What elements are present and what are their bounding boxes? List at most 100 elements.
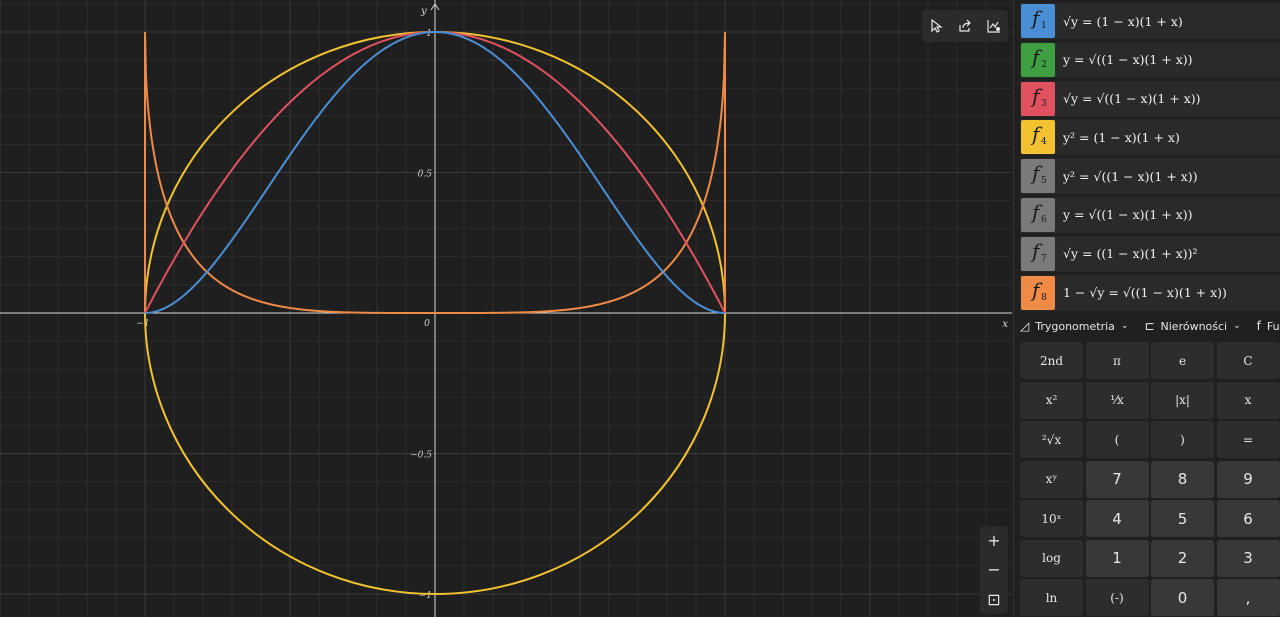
category-icon: f bbox=[1256, 319, 1261, 333]
function-letter: f bbox=[1032, 6, 1040, 30]
keypad-key[interactable]: 5 bbox=[1151, 500, 1214, 537]
function-color-chip[interactable]: f2 bbox=[1021, 42, 1055, 77]
function-formula[interactable]: y² = (1 − x)(1 + x) bbox=[1063, 130, 1180, 145]
keypad-key[interactable]: 0 bbox=[1151, 579, 1214, 616]
zoom-out-button[interactable]: − bbox=[982, 557, 1006, 583]
keypad-key[interactable]: 4 bbox=[1085, 500, 1149, 537]
function-color-chip[interactable]: f8 bbox=[1021, 275, 1055, 310]
reset-view-button[interactable]: ⊡ bbox=[982, 586, 1006, 612]
function-row[interactable]: f 1 √y = (1 − x)(1 + x) bbox=[1020, 3, 1280, 39]
keypad-key[interactable]: ln bbox=[1020, 579, 1083, 616]
x-tick-label: −1 bbox=[136, 319, 149, 329]
graph-plot[interactable]: x y −1 0 1 0.5 −0.5 −1 bbox=[0, 0, 1012, 617]
function-index: 2 bbox=[1041, 59, 1047, 70]
keypad-key[interactable]: e bbox=[1151, 342, 1214, 379]
function-letter: f bbox=[1032, 199, 1040, 224]
category-dropdown[interactable]: ◿ Trygonometria ⌄ bbox=[1020, 319, 1128, 333]
function-row[interactable]: f8 1 − √y = √((1 − x)(1 + x)) bbox=[1020, 274, 1280, 311]
function-row[interactable]: f 3 √y = √((1 − x)(1 + x)) bbox=[1020, 80, 1280, 117]
function-letter: f bbox=[1032, 44, 1040, 69]
function-formula[interactable]: √y = √((1 − x)(1 + x)) bbox=[1063, 91, 1201, 106]
keypad-key[interactable]: ) bbox=[1151, 421, 1214, 458]
function-index: 4 bbox=[1041, 137, 1047, 148]
keypad-key[interactable]: x bbox=[1216, 381, 1280, 419]
function-formula[interactable]: y = √((1 − x)(1 + x)) bbox=[1063, 52, 1193, 67]
zoom-controls: + − ⊡ bbox=[980, 526, 1008, 614]
graph-canvas[interactable]: x y −1 0 1 0.5 −0.5 −1 + − ⊡ bbox=[0, 0, 1012, 617]
function-row[interactable]: f2 y = √((1 − x)(1 + x)) bbox=[1020, 41, 1280, 78]
function-index: 5 bbox=[1041, 176, 1047, 187]
keypad-key[interactable]: 3 bbox=[1216, 539, 1280, 577]
graph-toolbar bbox=[922, 10, 1008, 42]
y-tick-label: −0.5 bbox=[410, 451, 432, 461]
keypad-key[interactable]: 2 bbox=[1151, 539, 1214, 577]
function-color-chip[interactable]: f1 bbox=[1021, 4, 1055, 38]
y-tick-label: 1 bbox=[426, 29, 432, 39]
function-list: f 1 √y = (1 − x)(1 + x) f 2 y = √((1 − x)(1 +… bbox=[1020, 3, 1280, 313]
y-axis-label: y bbox=[420, 6, 427, 17]
function-row[interactable]: f 5 y² = √((1 − x)(1 + x)) bbox=[1020, 158, 1280, 195]
y-tick-label: 0.5 bbox=[418, 170, 433, 180]
function-formula[interactable]: √y = (1 − x)(1 + x) bbox=[1063, 14, 1183, 29]
function-color-chip[interactable]: f7 bbox=[1021, 236, 1055, 271]
function-color-chip[interactable]: f4 bbox=[1021, 120, 1055, 155]
keypad-key[interactable]: ¹⁄x bbox=[1085, 381, 1149, 419]
graph-settings-icon[interactable] bbox=[982, 14, 1006, 38]
category-icon: ◿ bbox=[1020, 319, 1030, 333]
function-letter: f bbox=[1032, 277, 1040, 302]
function-formula[interactable]: 1 − √y = √((1 − x)(1 + x)) bbox=[1063, 285, 1227, 300]
keypad-key[interactable]: (-) bbox=[1085, 579, 1149, 616]
function-index: 7 bbox=[1041, 253, 1047, 264]
keypad-key[interactable]: = bbox=[1216, 421, 1280, 458]
function-formula[interactable]: y = √((1 − x)(1 + x)) bbox=[1063, 207, 1193, 222]
keypad-key[interactable]: ( bbox=[1085, 421, 1149, 458]
chevron-down-icon: ⌄ bbox=[1233, 321, 1241, 331]
function-index: 8 bbox=[1041, 292, 1047, 303]
keypad-key[interactable]: 6 bbox=[1216, 500, 1280, 537]
keypad-key[interactable]: 1 bbox=[1085, 539, 1149, 577]
keypad-key[interactable]: 9 bbox=[1216, 460, 1280, 498]
function-formula[interactable]: √y = ((1 − x)(1 + x))² bbox=[1063, 246, 1198, 261]
category-label: Nierówności bbox=[1160, 319, 1228, 333]
share-icon[interactable] bbox=[953, 14, 977, 38]
keypad-key[interactable]: 2nd bbox=[1020, 342, 1083, 379]
zoom-in-button[interactable]: + bbox=[982, 528, 1006, 554]
category-label: Trygonometria bbox=[1035, 319, 1115, 333]
function-color-chip[interactable]: f5 bbox=[1021, 159, 1055, 194]
category-label: Funkcje bbox=[1266, 319, 1280, 333]
cursor-icon[interactable] bbox=[924, 14, 948, 38]
keypad-key[interactable]: xʸ bbox=[1020, 460, 1083, 498]
category-icon: ⊏ bbox=[1144, 319, 1155, 333]
keypad-key[interactable]: x² bbox=[1020, 381, 1083, 419]
keypad-key[interactable]: C bbox=[1216, 342, 1280, 379]
category-bar: ◿ Trygonometria ⌄ ⊏ Nierówności ⌄ f Funkcje bbox=[1020, 312, 1280, 340]
function-formula[interactable]: y² = √((1 − x)(1 + x)) bbox=[1063, 169, 1198, 184]
function-letter: f bbox=[1032, 83, 1040, 108]
keypad: 2nd π e Cx² ¹⁄x |x| x ²√x() = xʸ 7 8 9 10ˣ 4 5 6 log 1 2 3 ln… bbox=[1020, 342, 1280, 616]
x-tick-label: 0 bbox=[424, 319, 430, 329]
function-index: 1 bbox=[1041, 21, 1047, 31]
keypad-key[interactable]: π bbox=[1085, 342, 1149, 379]
keypad-key[interactable]: 7 bbox=[1085, 460, 1149, 498]
keypad-key[interactable]: 10ˣ bbox=[1020, 500, 1083, 537]
function-color-chip[interactable]: f3 bbox=[1021, 81, 1055, 116]
function-letter: f bbox=[1032, 238, 1040, 263]
keypad-key[interactable]: log bbox=[1020, 539, 1083, 577]
function-letter: f bbox=[1032, 122, 1040, 147]
keypad-key[interactable]: , bbox=[1216, 579, 1280, 616]
side-panel: f 1 √y = (1 − x)(1 + x) f 2 y = √((1 − x)(1 +… bbox=[1013, 0, 1280, 617]
function-index: 3 bbox=[1041, 98, 1047, 109]
function-row[interactable]: f6 y = √((1 − x)(1 + x)) bbox=[1020, 196, 1280, 233]
y-tick-label: −1 bbox=[419, 591, 432, 601]
keypad-key[interactable]: |x| bbox=[1151, 381, 1214, 419]
function-index: 6 bbox=[1041, 214, 1047, 225]
keypad-key[interactable]: ²√x bbox=[1020, 421, 1083, 458]
chevron-down-icon: ⌄ bbox=[1120, 321, 1129, 331]
function-row[interactable]: f 4 y² = (1 − x)(1 + x) bbox=[1020, 119, 1280, 156]
category-dropdown[interactable]: f Funkcje bbox=[1257, 319, 1280, 333]
function-color-chip[interactable]: f6 bbox=[1021, 197, 1055, 232]
category-dropdown[interactable]: ⊏ Nierówności ⌄ bbox=[1144, 319, 1240, 333]
keypad-key[interactable]: 8 bbox=[1151, 460, 1214, 498]
function-row[interactable]: f 7 √y = ((1 − x)(1 + x))² bbox=[1020, 235, 1280, 272]
function-letter: f bbox=[1032, 161, 1040, 186]
